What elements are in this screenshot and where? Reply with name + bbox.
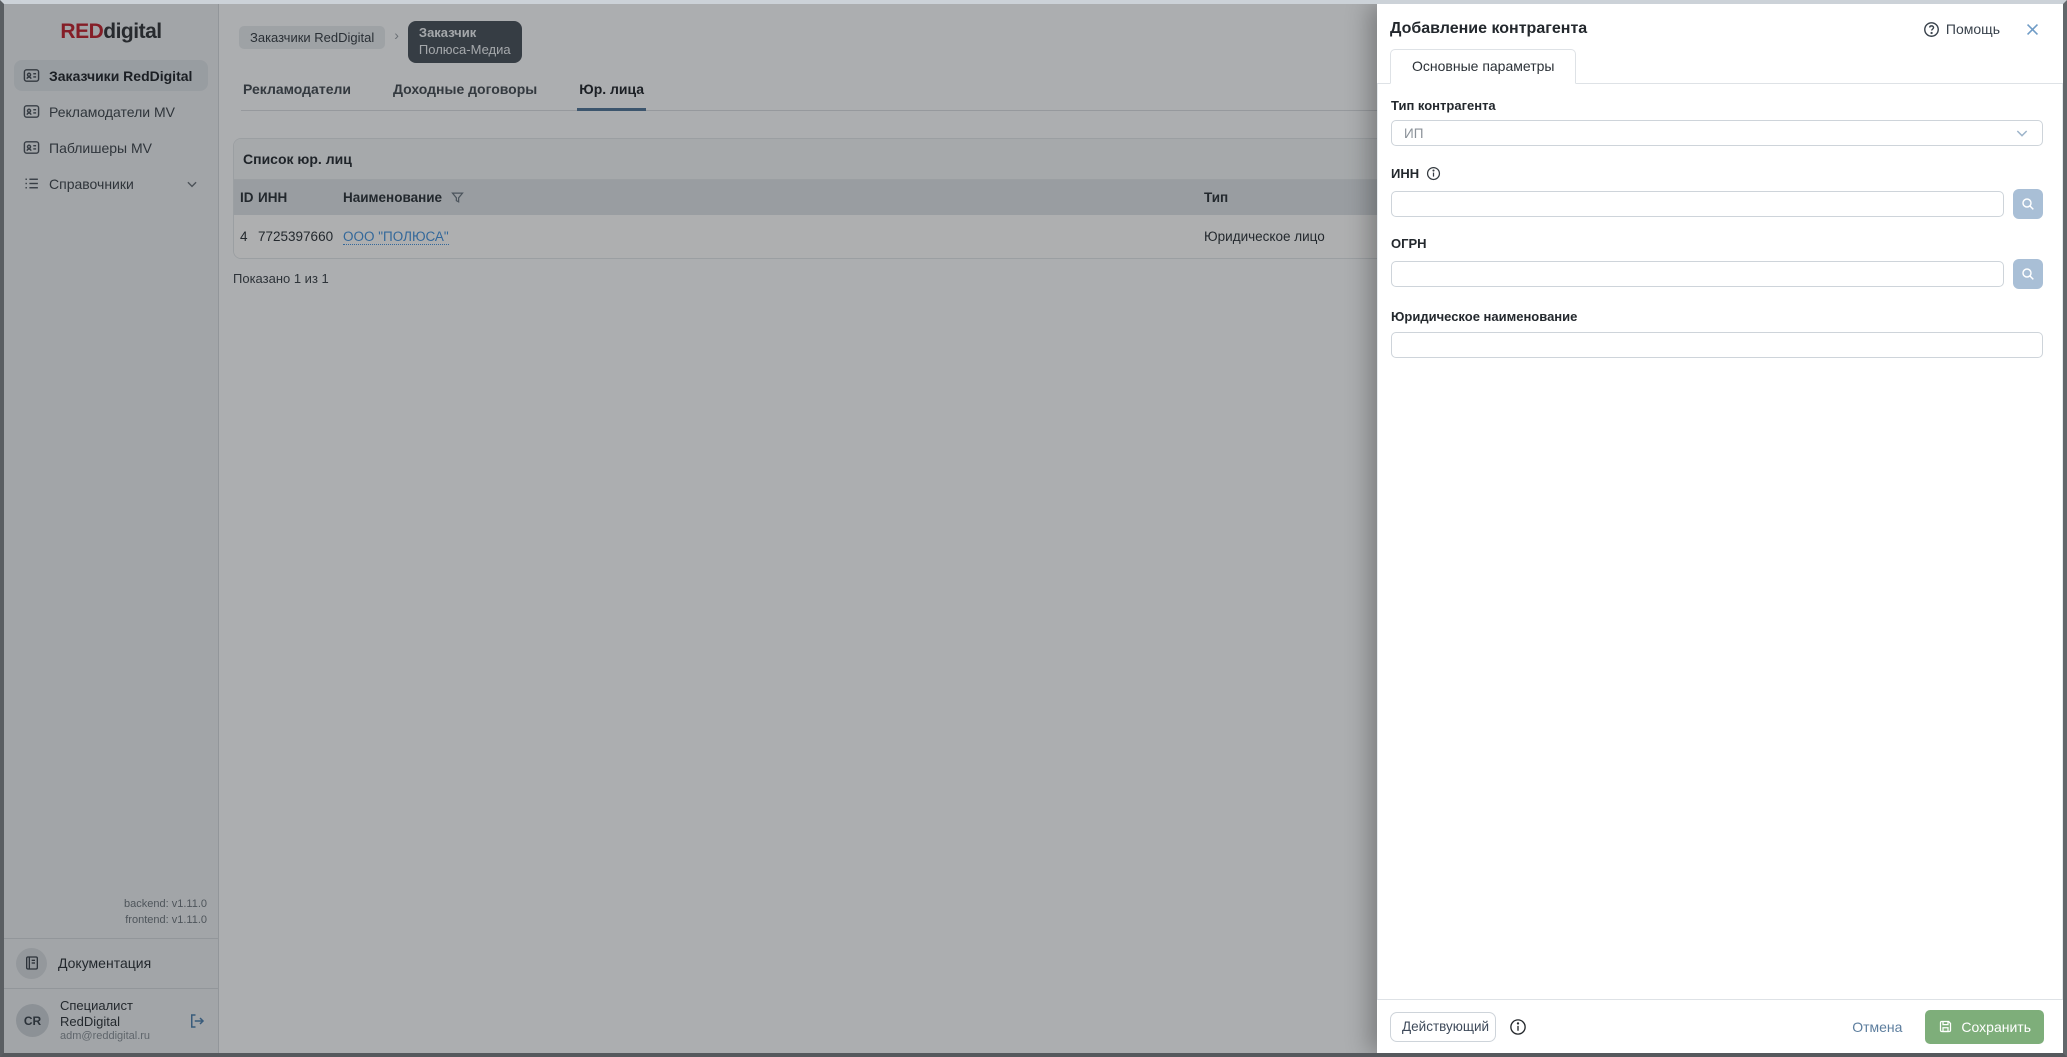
inn-label: ИНН — [1391, 166, 1420, 181]
drawer-footer: Действующий Отмена Сохранить — [1377, 999, 2063, 1053]
inn-label-row: ИНН — [1391, 166, 2043, 181]
counterparty-type-select[interactable]: ИП — [1391, 120, 2043, 146]
save-button-label: Сохранить — [1961, 1018, 2031, 1035]
save-icon — [1940, 1020, 1952, 1033]
info-icon[interactable] — [1426, 166, 1441, 181]
legal-name-input-row — [1391, 332, 2043, 358]
ogrn-input-row — [1391, 259, 2043, 289]
save-button[interactable]: Сохранить — [1925, 1009, 2044, 1044]
modal-backdrop — [4, 4, 1377, 1053]
drawer-title: Добавление контрагента — [1390, 20, 1588, 37]
type-label: Тип контрагента — [1391, 98, 1496, 113]
search-icon — [2022, 268, 2034, 280]
status-value: Действующий — [1402, 1019, 1490, 1034]
close-icon — [2026, 23, 2039, 35]
close-button[interactable] — [2024, 21, 2041, 38]
tab-osnovnye-parametry[interactable]: Основные параметры — [1390, 49, 1577, 84]
inn-input[interactable] — [1391, 191, 2004, 217]
legal-name-label: Юридическое наименование — [1391, 309, 1578, 324]
inn-input-row — [1391, 189, 2043, 219]
legal-name-input[interactable] — [1391, 332, 2043, 358]
ogrn-search-button[interactable] — [2013, 259, 2043, 289]
counterparty-type-value: ИП — [1404, 125, 1424, 141]
info-icon[interactable] — [1509, 1018, 1527, 1036]
drawer-form: Тип контрагента ИП ИНН ОГРН Юридическое … — [1377, 84, 2063, 999]
ogrn-input[interactable] — [1391, 261, 2004, 287]
help-button[interactable]: Помощь — [1923, 21, 2000, 38]
help-label: Помощь — [1945, 21, 2000, 37]
drawer-header: Добавление контрагента Помощь — [1377, 4, 2063, 49]
cancel-button[interactable]: Отмена — [1852, 1019, 1902, 1035]
question-circle-icon — [1923, 21, 1939, 37]
chevron-down-icon — [2016, 130, 2028, 137]
add-counterparty-drawer: Добавление контрагента Помощь Основные п… — [1377, 4, 2063, 1053]
app-window: REDdigital Заказчики RedDigital Рекламод… — [0, 0, 2067, 1057]
inn-search-button[interactable] — [2013, 189, 2043, 219]
drawer-tabbar: Основные параметры — [1377, 49, 2063, 84]
ogrn-label: ОГРН — [1391, 236, 1427, 251]
status-select[interactable]: Действующий — [1390, 1011, 1496, 1042]
search-icon — [2022, 198, 2034, 210]
